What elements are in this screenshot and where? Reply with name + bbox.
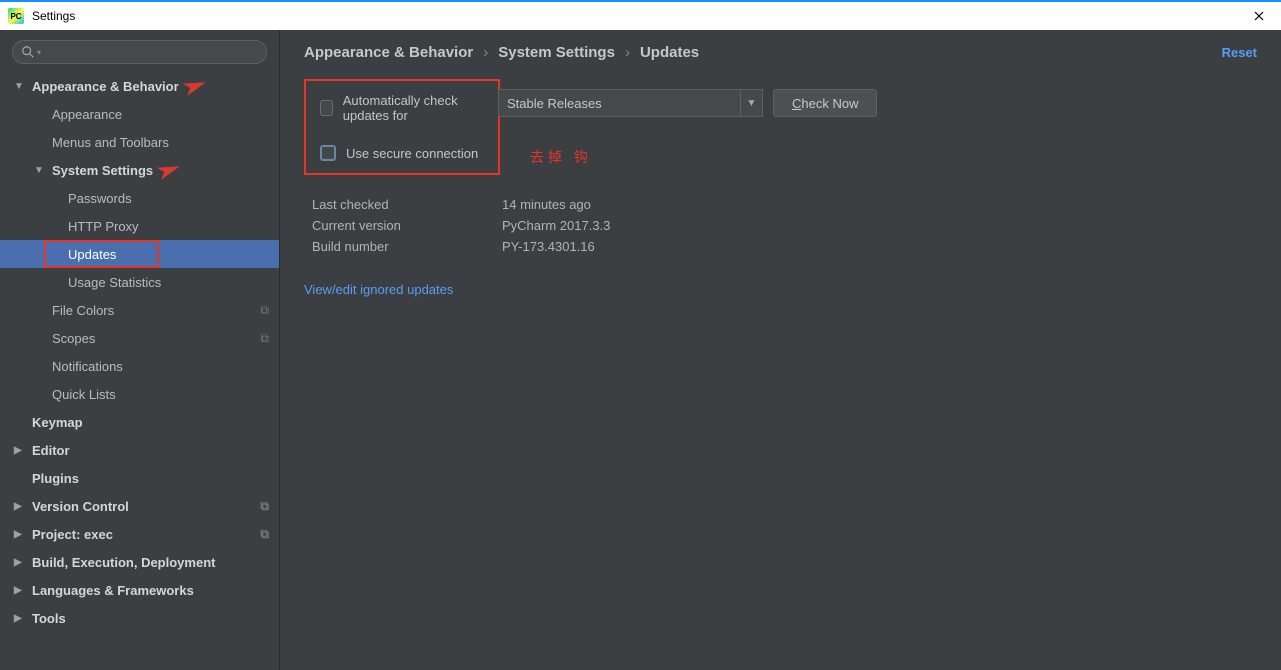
breadcrumb-item[interactable]: Updates [640,44,699,61]
tree-item-file-colors[interactable]: File Colors ⧉ [0,296,279,324]
tree-item-usage-statistics[interactable]: Usage Statistics [0,268,279,296]
tree-item-editor[interactable]: ▶ Editor [0,436,279,464]
tree-item-system-settings[interactable]: ▼ System Settings➤ [0,156,279,184]
annotation-box: Automatically check updates for Use secu… [304,79,500,175]
tree-item-plugins[interactable]: Plugins [0,464,279,492]
secure-connection-checkbox[interactable] [320,145,336,161]
project-scope-icon: ⧉ [260,527,269,542]
app-icon: PC [8,8,24,24]
tree-item-label: Updates [68,247,116,262]
chevron-right-icon: ▶ [14,613,26,624]
info-table: Last checked14 minutes ago Current versi… [312,197,1257,260]
tree-item-label: Editor [32,443,70,458]
tree-item-label: Build, Execution, Deployment [32,555,215,570]
chevron-down-icon: ▼ [740,90,762,116]
tree-item-notifications[interactable]: Notifications [0,352,279,380]
current-version-label: Current version [312,218,502,233]
tree-item-label: Appearance & Behavior [32,79,179,94]
chevron-right-icon: ▶ [14,445,26,456]
chevron-down-icon: ▼ [34,165,46,176]
annotation-arrow-icon: ➤ [154,156,184,184]
search-icon [21,45,35,59]
settings-tree: ▼Appearance & Behavior➤AppearanceMenus a… [0,70,279,670]
chevron-right-icon: ▶ [14,501,26,512]
search-input[interactable] [45,45,258,59]
tree-item-build-execution-deployment[interactable]: ▶ Build, Execution, Deployment [0,548,279,576]
tree-item-label: Plugins [32,471,79,486]
tree-item-updates[interactable]: Updates [0,240,279,268]
tree-item-http-proxy[interactable]: HTTP Proxy [0,212,279,240]
close-icon [1254,11,1264,21]
window-title: Settings [32,9,75,23]
chevron-down-icon: ▼ [14,81,26,92]
update-channel-select[interactable]: Stable Releases ▼ [498,89,763,117]
tree-item-version-control[interactable]: ▶ Version Control ⧉ [0,492,279,520]
chevron-right-icon: ▶ [14,529,26,540]
reset-link[interactable]: Reset [1222,45,1257,60]
last-checked-label: Last checked [312,197,502,212]
tree-item-label: File Colors [52,303,114,318]
tree-item-label: Version Control [32,499,129,514]
chevron-right-icon: › [483,44,488,61]
auto-check-updates-checkbox[interactable] [320,100,333,116]
auto-check-updates-label: Automatically check updates for [343,93,484,123]
breadcrumb: Appearance & Behavior › System Settings … [304,44,1257,61]
tree-item-project-exec[interactable]: ▶ Project: exec ⧉ [0,520,279,548]
search-dropdown-icon: ▾ [37,48,41,57]
project-scope-icon: ⧉ [260,499,269,514]
build-number-value: PY-173.4301.16 [502,239,595,254]
build-number-label: Build number [312,239,502,254]
tree-item-languages-frameworks[interactable]: ▶ Languages & Frameworks [0,576,279,604]
last-checked-value: 14 minutes ago [502,197,591,212]
tree-item-scopes[interactable]: Scopes ⧉ [0,324,279,352]
tree-item-label: Keymap [32,415,83,430]
tree-item-label: System Settings [52,163,153,178]
tree-item-tools[interactable]: ▶ Tools [0,604,279,632]
tree-item-keymap[interactable]: Keymap [0,408,279,436]
breadcrumb-item[interactable]: System Settings [498,44,615,61]
tree-item-appearance[interactable]: Appearance [0,100,279,128]
tree-item-label: Tools [32,611,66,626]
tree-item-label: Languages & Frameworks [32,583,194,598]
search-field[interactable]: ▾ [12,40,267,64]
tree-item-label: Passwords [68,191,132,206]
tree-item-passwords[interactable]: Passwords [0,184,279,212]
close-button[interactable] [1236,2,1281,30]
annotation-text: 去掉 钩 [530,147,745,167]
chevron-right-icon: › [625,44,630,61]
tree-item-label: Appearance [52,107,122,122]
tree-item-label: Usage Statistics [68,275,161,290]
tree-item-quick-lists[interactable]: Quick Lists [0,380,279,408]
current-version-value: PyCharm 2017.3.3 [502,218,610,233]
annotation-arrow-icon: ➤ [179,72,209,100]
tree-item-label: Menus and Toolbars [52,135,169,150]
tree-item-label: Project: exec [32,527,113,542]
tree-item-label: HTTP Proxy [68,219,139,234]
tree-item-appearance-behavior[interactable]: ▼ Appearance & Behavior➤ [0,72,279,100]
sidebar: ▾ ▼Appearance & Behavior➤AppearanceMenus… [0,30,280,670]
project-scope-icon: ⧉ [260,331,269,346]
breadcrumb-item[interactable]: Appearance & Behavior [304,44,473,61]
tree-item-label: Quick Lists [52,387,116,402]
update-channel-value: Stable Releases [507,96,602,111]
tree-item-label: Scopes [52,331,95,346]
tree-item-label: Notifications [52,359,123,374]
project-scope-icon: ⧉ [260,303,269,318]
ignored-updates-link[interactable]: View/edit ignored updates [304,282,1257,297]
content-pane: Appearance & Behavior › System Settings … [280,30,1281,670]
chevron-right-icon: ▶ [14,585,26,596]
secure-connection-label: Use secure connection [346,146,478,161]
tree-item-menus-and-toolbars[interactable]: Menus and Toolbars [0,128,279,156]
check-now-button[interactable]: Check Now [773,89,877,117]
titlebar: PC Settings [0,0,1281,30]
chevron-right-icon: ▶ [14,557,26,568]
